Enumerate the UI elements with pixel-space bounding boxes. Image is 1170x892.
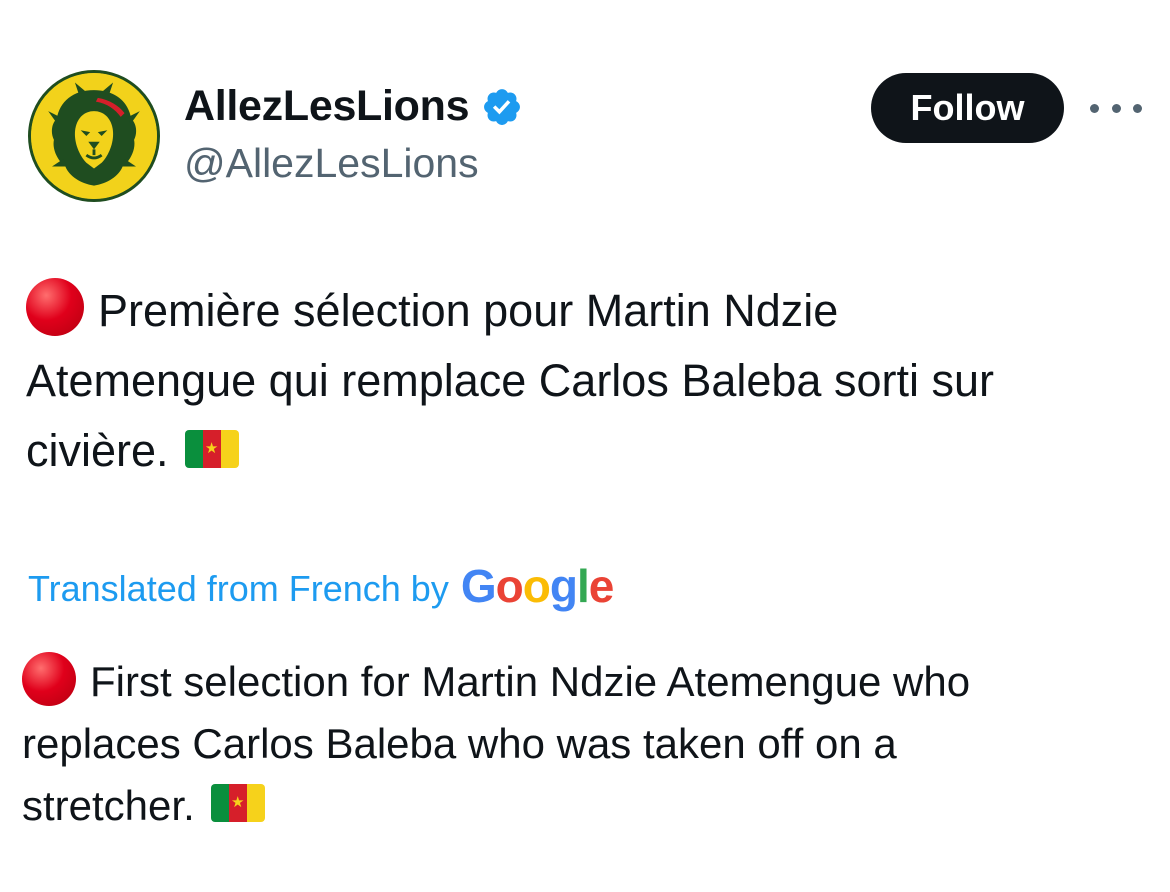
- display-name[interactable]: AllezLesLions: [184, 82, 470, 131]
- avatar[interactable]: [28, 70, 160, 202]
- translated-line: stretcher. ★: [22, 775, 1152, 837]
- red-circle-emoji-icon: [22, 652, 76, 706]
- translated-text-line-2: replaces Carlos Baleba who was taken off…: [22, 720, 897, 767]
- translated-line: First selection for Martin Ndzie Atemeng…: [22, 651, 1152, 713]
- google-logo-icon: Google: [460, 560, 614, 612]
- translation-attribution[interactable]: Translated from French by Google: [28, 560, 614, 616]
- tweet-text-line-1: Première sélection pour Martin Ndzie: [98, 285, 839, 336]
- more-dot: [1111, 103, 1121, 113]
- tweet-line: civière. ★: [26, 416, 1156, 486]
- tweet-line: Atemengue qui remplace Carlos Baleba sor…: [26, 346, 1156, 416]
- cameroon-flag-icon: ★: [184, 430, 239, 468]
- tweet-text-line-3: civière.: [26, 425, 169, 476]
- translated-text-line-1: First selection for Martin Ndzie Atemeng…: [90, 658, 971, 705]
- follow-button[interactable]: Follow: [871, 73, 1064, 143]
- user-handle[interactable]: @AllezLesLions: [184, 140, 479, 187]
- display-name-row[interactable]: AllezLesLions: [184, 82, 523, 131]
- more-dot: [1090, 103, 1099, 113]
- translated-text: First selection for Martin Ndzie Atemeng…: [22, 651, 1152, 837]
- translated-from-label[interactable]: Translated from French by: [28, 568, 449, 610]
- cameroon-flag-icon: ★: [210, 784, 265, 822]
- tweet-text: Première sélection pour Martin Ndzie Ate…: [26, 276, 1156, 486]
- more-dot: [1133, 103, 1142, 113]
- tweet-line: Première sélection pour Martin Ndzie: [26, 276, 1156, 346]
- more-options-icon[interactable]: [1090, 92, 1142, 124]
- translated-text-line-3: stretcher.: [22, 782, 195, 829]
- tweet-text-line-2: Atemengue qui remplace Carlos Baleba sor…: [26, 355, 994, 406]
- verified-badge-icon: [481, 86, 523, 128]
- translated-line: replaces Carlos Baleba who was taken off…: [22, 713, 1152, 775]
- red-circle-emoji-icon: [26, 278, 84, 336]
- lion-head-icon: [31, 73, 157, 199]
